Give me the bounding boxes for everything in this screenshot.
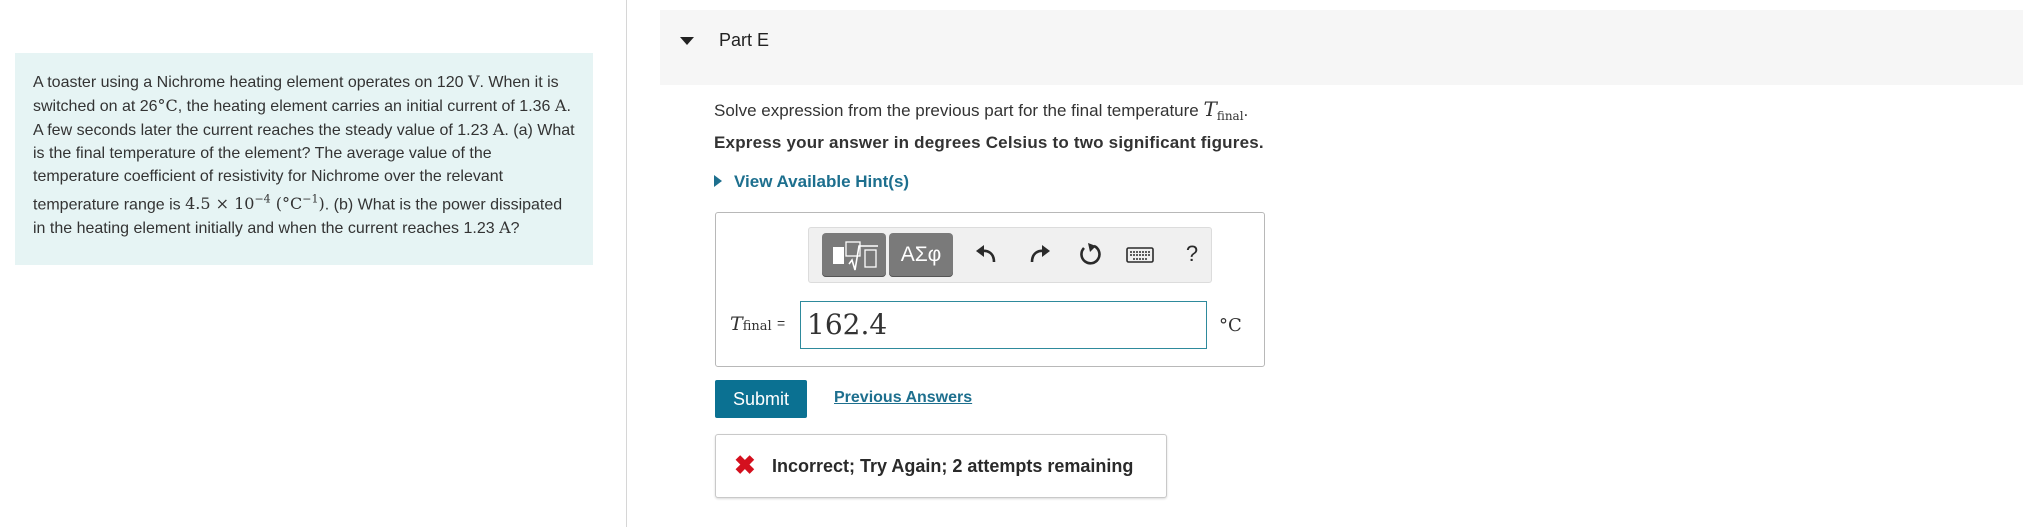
equals-sign: =: [777, 315, 786, 331]
answer-box: ΑΣφ ? Tfinal = 162.4 °C: [715, 212, 1265, 367]
collapse-caret-icon[interactable]: [680, 37, 694, 45]
variable-symbol: Tfinal: [1203, 97, 1244, 123]
submit-button[interactable]: Submit: [715, 380, 807, 418]
problem-text: A toaster using a Nichrome heating eleme…: [33, 74, 468, 91]
part-title: Part E: [719, 30, 770, 50]
feedback-text: Incorrect; Try Again; 2 attempts remaini…: [772, 456, 1134, 476]
help-button[interactable]: ?: [1177, 240, 1207, 268]
view-hints-link[interactable]: View Available Hint(s): [714, 172, 909, 192]
view-hints-label: View Available Hint(s): [734, 172, 910, 191]
answer-unit: °C: [1219, 315, 1242, 336]
answer-variable-label: Tfinal: [730, 313, 772, 335]
unit-volts: V: [467, 72, 480, 91]
unit-celsius: °C: [157, 96, 178, 115]
math-toolbar: ΑΣφ ?: [808, 227, 1212, 283]
redo-icon[interactable]: [1024, 240, 1054, 268]
coefficient-value: 4.5 × 10−4 (°C−1): [185, 193, 325, 214]
column-divider: [626, 0, 627, 527]
problem-text: ?: [510, 220, 520, 238]
templates-button[interactable]: [822, 233, 886, 277]
part-header[interactable]: Part E: [660, 10, 2023, 85]
unit-amps: A: [492, 120, 505, 139]
symbols-button[interactable]: ΑΣφ: [889, 233, 953, 277]
answer-instruction: Express your answer in degrees Celsius t…: [714, 133, 1264, 152]
keyboard-icon[interactable]: [1122, 240, 1158, 268]
expand-caret-icon: [714, 174, 722, 187]
feedback-message: ✖ Incorrect; Try Again; 2 attempts remai…: [715, 434, 1167, 498]
error-x-icon: ✖: [734, 450, 756, 480]
undo-icon[interactable]: [972, 240, 1002, 268]
previous-answers-link[interactable]: Previous Answers: [834, 389, 972, 407]
unit-amps: A: [554, 96, 567, 115]
problem-statement: A toaster using a Nichrome heating eleme…: [15, 53, 593, 265]
question-prompt: Solve expression from the previous part …: [714, 97, 1249, 123]
problem-text: , the heating element carries an initial…: [177, 98, 555, 115]
unit-amps: A: [499, 218, 511, 238]
answer-input[interactable]: 162.4: [800, 301, 1207, 349]
templates-icon: [833, 241, 878, 271]
reset-icon[interactable]: [1075, 240, 1105, 268]
